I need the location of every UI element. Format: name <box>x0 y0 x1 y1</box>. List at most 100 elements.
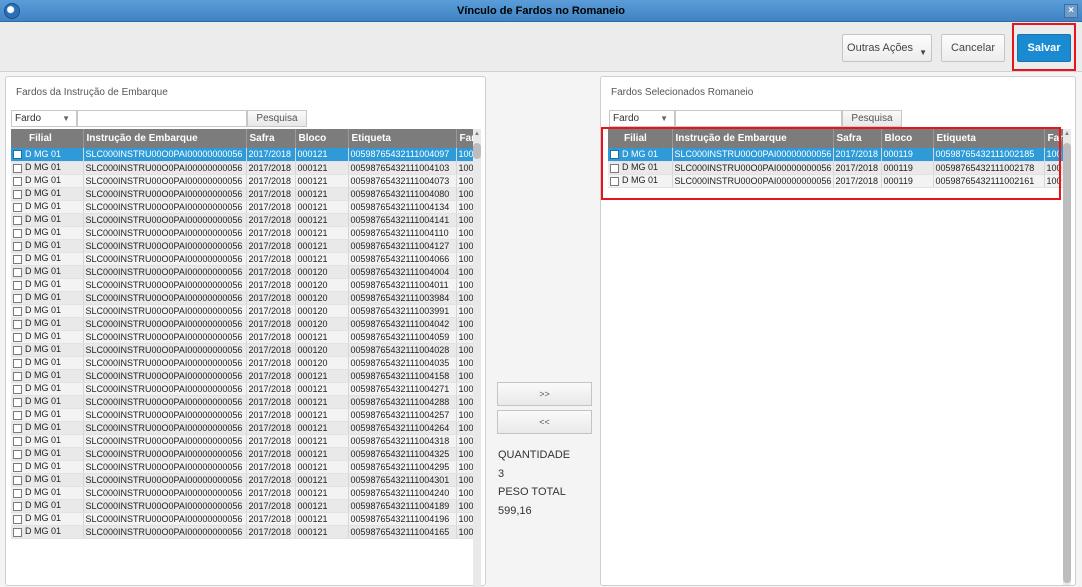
row-checkbox[interactable] <box>13 449 22 459</box>
table-row[interactable]: D MG 01 SLC000INSTRU00O0PAI00000000056 201… <box>11 187 473 201</box>
row-checkbox[interactable] <box>13 150 22 160</box>
row-checkbox[interactable] <box>13 332 22 342</box>
table-row[interactable]: D MG 01 SLC000INSTRU00O0PAI00000000056 201… <box>11 499 473 513</box>
row-checkbox[interactable] <box>13 358 22 368</box>
row-checkbox[interactable] <box>13 462 22 472</box>
table-row[interactable]: D MG 01 SLC000INSTRU00O0PAI00000000056 201… <box>11 174 473 188</box>
row-checkbox[interactable] <box>13 280 22 290</box>
row-checkbox[interactable] <box>610 176 619 186</box>
table-row[interactable]: D MG 01 SLC000INSTRU00O0PAI00000000056 201… <box>11 330 473 344</box>
remove-selected-button[interactable]: << <box>497 410 592 434</box>
col-header-fardo[interactable]: Far <box>1044 129 1063 148</box>
right-scrollbar[interactable]: ▲ <box>1063 129 1071 585</box>
left-filter-field-select[interactable]: Fardo ▼ <box>11 110 77 127</box>
save-button[interactable]: Salvar <box>1017 34 1071 62</box>
cell-bloco: 000119 <box>881 174 934 188</box>
table-row[interactable]: D MG 01 SLC000INSTRU00O0PAI00000000056 201… <box>11 512 473 526</box>
cell-fardo: 100 <box>456 408 473 422</box>
col-header-etiqueta[interactable]: Etiqueta <box>348 129 457 148</box>
table-row[interactable]: D MG 01 SLC000INSTRU00O0PAI00000000056 201… <box>11 460 473 474</box>
table-row[interactable]: D MG 01 SLC000INSTRU00O0PAI00000000056 201… <box>11 525 473 539</box>
col-header-etiqueta[interactable]: Etiqueta <box>933 129 1045 148</box>
table-row[interactable]: D MG 01 SLC000INSTRU00O0PAI00000000056 201… <box>11 278 473 292</box>
col-header-instrucao[interactable]: Instrução de Embarque <box>83 129 247 148</box>
row-checkbox[interactable] <box>13 527 22 537</box>
col-header-bloco[interactable]: Bloco <box>881 129 934 148</box>
row-checkbox[interactable] <box>13 189 22 199</box>
table-row[interactable]: D MG 01 SLC000INSTRU00O0PAI00000000056 201… <box>608 161 1063 175</box>
row-checkbox[interactable] <box>13 514 22 524</box>
row-checkbox[interactable] <box>13 345 22 355</box>
col-header-filial[interactable]: Filial <box>11 129 84 148</box>
table-row[interactable]: D MG 01 SLC000INSTRU00O0PAI00000000056 201… <box>11 408 473 422</box>
scroll-up-icon[interactable]: ▲ <box>473 131 481 137</box>
table-row[interactable]: D MG 01 SLC000INSTRU00O0PAI00000000056 201… <box>11 213 473 227</box>
row-checkbox[interactable] <box>13 254 22 264</box>
col-header-bloco[interactable]: Bloco <box>295 129 349 148</box>
row-checkbox[interactable] <box>13 215 22 225</box>
cell-text: D MG 01 <box>25 305 62 316</box>
table-row[interactable]: D MG 01 SLC000INSTRU00O0PAI00000000056 201… <box>608 148 1063 162</box>
row-checkbox[interactable] <box>610 163 619 173</box>
row-checkbox[interactable] <box>13 488 22 498</box>
col-header-safra[interactable]: Safra <box>833 129 882 148</box>
table-row[interactable]: D MG 01 SLC000INSTRU00O0PAI00000000056 201… <box>11 382 473 396</box>
table-row[interactable]: D MG 01 SLC000INSTRU00O0PAI00000000056 201… <box>608 174 1063 188</box>
cell-safra: 2017/2018 <box>246 213 296 227</box>
row-checkbox[interactable] <box>13 176 22 186</box>
outras-acoes-button[interactable]: Outras Ações ▼ <box>842 34 932 62</box>
row-checkbox[interactable] <box>13 501 22 511</box>
col-header-filial[interactable]: Filial <box>608 129 673 148</box>
row-checkbox[interactable] <box>13 163 22 173</box>
close-icon[interactable]: × <box>1064 4 1078 18</box>
row-checkbox[interactable] <box>13 371 22 381</box>
table-row[interactable]: D MG 01 SLC000INSTRU00O0PAI00000000056 201… <box>11 148 473 162</box>
table-row[interactable]: D MG 01 SLC000INSTRU00O0PAI00000000056 201… <box>11 434 473 448</box>
col-header-fardo[interactable]: Far <box>456 129 473 148</box>
right-search-button[interactable]: Pesquisa <box>842 110 902 127</box>
row-checkbox[interactable] <box>13 410 22 420</box>
table-row[interactable]: D MG 01 SLC000INSTRU00O0PAI00000000056 201… <box>11 447 473 461</box>
cancel-button[interactable]: Cancelar <box>941 34 1005 62</box>
table-row[interactable]: D MG 01 SLC000INSTRU00O0PAI00000000056 201… <box>11 486 473 500</box>
left-scrollbar[interactable]: ▲ <box>473 129 481 587</box>
row-checkbox[interactable] <box>13 228 22 238</box>
table-row[interactable]: D MG 01 SLC000INSTRU00O0PAI00000000056 201… <box>11 304 473 318</box>
right-scroll-thumb[interactable] <box>1063 143 1071 583</box>
table-row[interactable]: D MG 01 SLC000INSTRU00O0PAI00000000056 201… <box>11 421 473 435</box>
row-checkbox[interactable] <box>13 423 22 433</box>
left-scroll-thumb[interactable] <box>473 143 481 159</box>
row-checkbox[interactable] <box>610 150 619 160</box>
row-checkbox[interactable] <box>13 241 22 251</box>
table-row[interactable]: D MG 01 SLC000INSTRU00O0PAI00000000056 201… <box>11 252 473 266</box>
table-row[interactable]: D MG 01 SLC000INSTRU00O0PAI00000000056 201… <box>11 239 473 253</box>
scroll-up-icon[interactable]: ▲ <box>1063 131 1071 137</box>
table-row[interactable]: D MG 01 SLC000INSTRU00O0PAI00000000056 201… <box>11 265 473 279</box>
right-filter-field-select[interactable]: Fardo ▼ <box>609 110 675 127</box>
row-checkbox[interactable] <box>13 319 22 329</box>
right-search-input[interactable] <box>675 110 842 127</box>
table-row[interactable]: D MG 01 SLC000INSTRU00O0PAI00000000056 201… <box>11 356 473 370</box>
row-checkbox[interactable] <box>13 306 22 316</box>
table-row[interactable]: D MG 01 SLC000INSTRU00O0PAI00000000056 201… <box>11 200 473 214</box>
col-header-safra[interactable]: Safra <box>246 129 296 148</box>
row-checkbox[interactable] <box>13 397 22 407</box>
table-row[interactable]: D MG 01 SLC000INSTRU00O0PAI00000000056 201… <box>11 395 473 409</box>
table-row[interactable]: D MG 01 SLC000INSTRU00O0PAI00000000056 201… <box>11 343 473 357</box>
col-header-instrucao[interactable]: Instrução de Embarque <box>672 129 834 148</box>
table-row[interactable]: D MG 01 SLC000INSTRU00O0PAI00000000056 201… <box>11 473 473 487</box>
row-checkbox[interactable] <box>13 202 22 212</box>
table-row[interactable]: D MG 01 SLC000INSTRU00O0PAI00000000056 201… <box>11 161 473 175</box>
left-search-input[interactable] <box>77 110 247 127</box>
row-checkbox[interactable] <box>13 384 22 394</box>
row-checkbox[interactable] <box>13 436 22 446</box>
add-selected-button[interactable]: >> <box>497 382 592 406</box>
table-row[interactable]: D MG 01 SLC000INSTRU00O0PAI00000000056 201… <box>11 369 473 383</box>
table-row[interactable]: D MG 01 SLC000INSTRU00O0PAI00000000056 201… <box>11 291 473 305</box>
table-row[interactable]: D MG 01 SLC000INSTRU00O0PAI00000000056 201… <box>11 317 473 331</box>
row-checkbox[interactable] <box>13 293 22 303</box>
table-row[interactable]: D MG 01 SLC000INSTRU00O0PAI00000000056 201… <box>11 226 473 240</box>
row-checkbox[interactable] <box>13 267 22 277</box>
left-search-button[interactable]: Pesquisa <box>247 110 307 127</box>
row-checkbox[interactable] <box>13 475 22 485</box>
